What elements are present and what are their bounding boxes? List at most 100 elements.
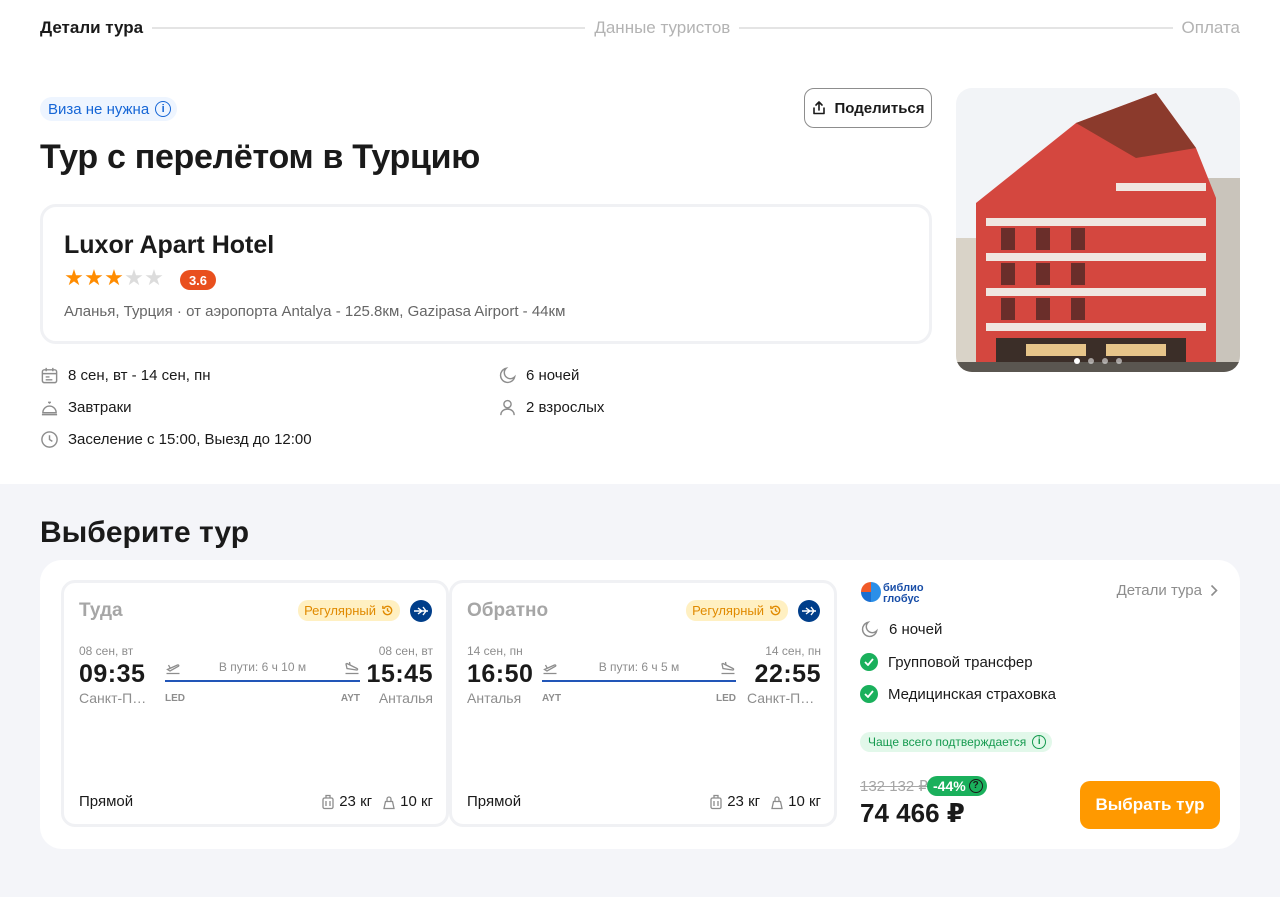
offer-feature-text: Групповой трансфер: [888, 653, 1033, 671]
arrival-airport-code: LED: [716, 693, 736, 704]
hotel-card: Luxor Apart Hotel ★ ★ ★ ★ ★ 3.6 Аланья, …: [40, 204, 932, 344]
flight-outbound[interactable]: Туда Регулярный 08 сен, вт 09:35 Санкт-П…: [61, 580, 449, 827]
step-payment[interactable]: Оплата: [1182, 18, 1240, 38]
history-icon: [770, 605, 781, 616]
landing-icon: [345, 661, 359, 675]
departure-city: Санкт-Петербург: [79, 690, 153, 706]
globe-logo-icon: библио глобус: [861, 582, 924, 605]
operator-logo: библио глобус: [860, 580, 930, 609]
hotel-location: Аланья, Турция · от аэропорта Antalya - …: [64, 303, 566, 320]
chevron-right-icon: [1210, 584, 1218, 597]
baggage-weight: 23 кг: [727, 793, 761, 810]
airline-logo: [410, 600, 432, 622]
suitcase-icon: [710, 794, 722, 809]
photo-dot[interactable]: [1116, 358, 1122, 364]
calendar-icon: [41, 367, 58, 384]
checkout-stepper: Детали тура Данные туристов Оплата: [40, 16, 1240, 40]
svg-text:глобус: глобус: [883, 593, 919, 604]
fact-dates: 8 сен, вт - 14 сен, пн: [40, 366, 211, 385]
baggage-weight: 23 кг: [339, 793, 373, 810]
offer-feature: Групповой трансфер: [860, 653, 1033, 671]
share-button[interactable]: Поделиться: [804, 88, 932, 128]
history-icon: [382, 605, 393, 616]
regular-flight-badge: Регулярный: [298, 600, 400, 621]
regular-flight-badge: Регулярный: [686, 600, 788, 621]
fact-checkin-text: Заселение с 15:00, Выезд до 12:00: [68, 431, 312, 448]
offer-feature-text: Медицинская страховка: [888, 685, 1057, 703]
info-icon[interactable]: i: [1032, 735, 1047, 749]
offer-nights: 6 ночей: [860, 620, 942, 639]
arrival-city: Санкт-Петербург: [747, 690, 821, 706]
suitcase-icon: [322, 794, 334, 809]
fact-nights-text: 6 ночей: [526, 367, 580, 384]
offer-feature: Медицинская страховка: [860, 685, 1056, 703]
arrival-date: 08 сен, вт: [378, 644, 433, 658]
discount-badge[interactable]: -44% ?: [927, 776, 987, 796]
fact-meals-text: Завтраки: [68, 399, 132, 416]
step-tour-details[interactable]: Детали тура: [40, 18, 143, 38]
departure-city: Анталья: [467, 690, 522, 706]
old-price: 132 132 ₽: [860, 778, 928, 795]
tour-details-link[interactable]: Детали тура: [1117, 582, 1218, 599]
photo-pagination: [956, 358, 1240, 364]
question-icon[interactable]: ?: [968, 779, 983, 793]
step-tourists-data[interactable]: Данные туристов: [594, 18, 730, 38]
arrival-city: Анталья: [378, 690, 433, 706]
arrival-time: 22:55: [754, 660, 821, 688]
star-icon: ★: [84, 265, 104, 290]
check-circle-icon: [860, 653, 878, 671]
baggage-info: 23 кг 10 кг: [709, 793, 821, 810]
person-icon: [500, 399, 515, 416]
hand-luggage-icon: [383, 795, 395, 809]
tour-price: 74 466 ₽: [860, 798, 965, 828]
select-tour-button[interactable]: Выбрать тур: [1080, 781, 1220, 829]
photo-dot[interactable]: [1088, 358, 1094, 364]
fact-nights: 6 ночей: [498, 366, 579, 385]
landing-icon: [721, 661, 735, 675]
photo-dot[interactable]: [1102, 358, 1108, 364]
fact-meals: Завтраки: [40, 398, 132, 417]
hotel-name[interactable]: Luxor Apart Hotel: [64, 231, 274, 260]
flight-inbound[interactable]: Обратно Регулярный 14 сен, пн 16:50 Анта…: [449, 580, 837, 827]
page-title: Тур с перелётом в Турцию: [40, 138, 480, 176]
hand-luggage-icon: [771, 795, 783, 809]
hand-luggage-weight: 10 кг: [788, 793, 821, 810]
step-divider: [152, 27, 586, 29]
fact-dates-text: 8 сен, вт - 14 сен, пн: [68, 367, 211, 384]
arrival-airport-code: AYT: [340, 693, 360, 704]
hotel-photo[interactable]: [956, 88, 1240, 372]
meal-icon: [41, 401, 58, 416]
offer-nights-text: 6 ночей: [889, 621, 943, 638]
regular-flight-label: Регулярный: [692, 603, 764, 618]
flight-route: В пути: 6 ч 5 м AYT LED: [542, 660, 736, 704]
airline-logo: [798, 600, 820, 622]
clock-icon: [41, 431, 58, 448]
share-button-label: Поделиться: [834, 99, 925, 117]
tour-details-section: Детали тура Данные туристов Оплата Виза …: [0, 0, 1280, 484]
flight-direction: Туда: [79, 600, 123, 621]
fact-guests-text: 2 взрослых: [526, 399, 605, 416]
confirmation-badge[interactable]: Чаще всего подтверждается i: [860, 732, 1053, 752]
step-divider: [739, 27, 1173, 29]
hotel-stars: ★ ★ ★ ★ ★: [64, 267, 164, 289]
rating-badge: 3.6: [180, 270, 216, 290]
moon-icon: [861, 621, 878, 638]
discount-value: -44%: [933, 778, 966, 794]
choose-tour-title: Выберите тур: [40, 516, 250, 549]
info-icon[interactable]: i: [155, 101, 172, 117]
departure-date: 14 сен, пн: [467, 644, 523, 658]
visa-badge-label: Виза не нужна: [48, 100, 150, 118]
star-icon: ★: [124, 265, 144, 290]
regular-flight-label: Регулярный: [304, 603, 376, 618]
moon-icon: [499, 367, 516, 384]
departure-time: 09:35: [79, 660, 146, 688]
flight-duration: В пути: 6 ч 5 м: [598, 660, 680, 674]
visa-badge[interactable]: Виза не нужна i: [40, 97, 178, 121]
photo-dot[interactable]: [1074, 358, 1080, 364]
hand-luggage-weight: 10 кг: [400, 793, 433, 810]
baggage-info: 23 кг 10 кг: [321, 793, 433, 810]
departure-airport-code: LED: [165, 693, 185, 704]
star-icon: ★: [104, 265, 124, 290]
fact-guests: 2 взрослых: [498, 398, 604, 417]
tour-offer-card: Туда Регулярный 08 сен, вт 09:35 Санкт-П…: [40, 560, 1240, 849]
